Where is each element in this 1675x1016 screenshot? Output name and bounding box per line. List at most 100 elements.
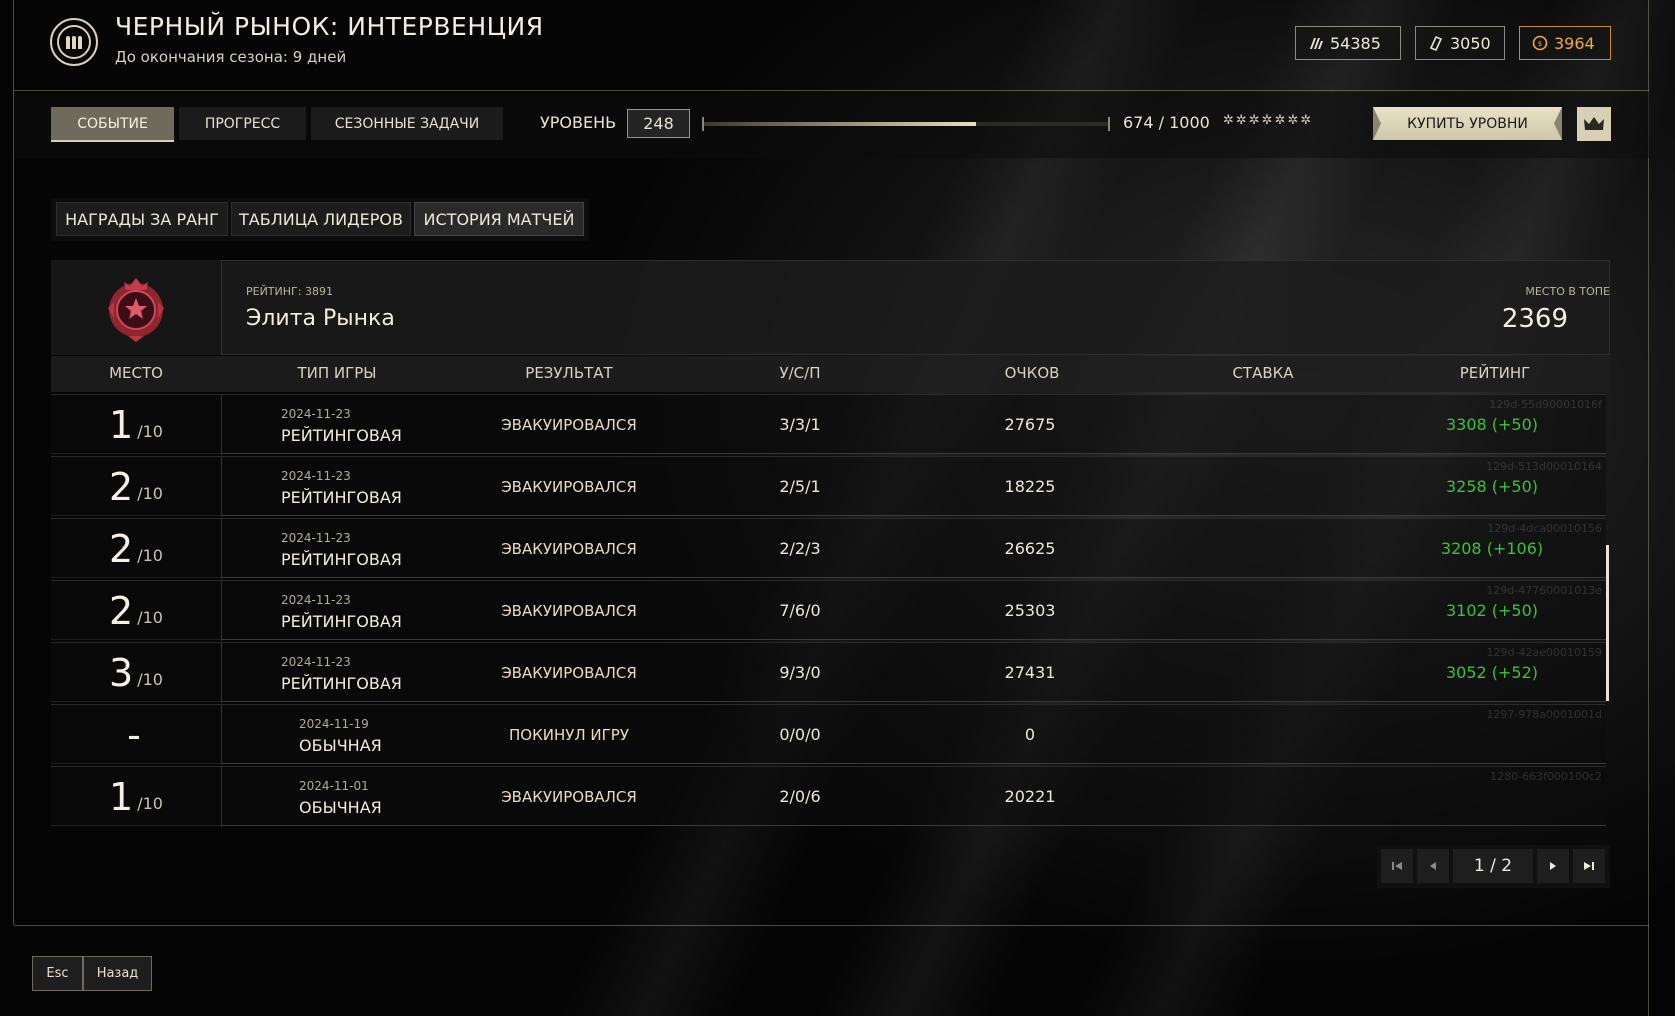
ticket-currency[interactable]: 3050 — [1415, 26, 1505, 60]
ammo-currency-icon — [1310, 38, 1323, 49]
match-date: 2024-11-23 — [281, 407, 351, 421]
frame-line-top — [14, 90, 1649, 91]
place-of: /10 — [137, 793, 163, 813]
table-row[interactable]: 2/10 2024-11-23 РЕЙТИНГОВАЯ ЭВАКУИРОВАЛСЯ 7/… — [51, 580, 1606, 641]
prev-page-button[interactable] — [1417, 849, 1449, 883]
kda-value: 3/3/1 — [779, 415, 821, 434]
place-cell: 1/10 — [51, 767, 222, 827]
place-cell: 3/10 — [51, 643, 222, 703]
score-value: 26625 — [1004, 539, 1056, 558]
score-value: 20221 — [1004, 787, 1056, 806]
crown-icon — [1584, 117, 1604, 130]
match-result: ЭВАКУИРОВАЛСЯ — [501, 540, 637, 558]
first-page-button[interactable] — [1381, 849, 1413, 883]
kda-value: 9/3/0 — [779, 663, 821, 682]
esc-key-hint[interactable]: Esc — [32, 956, 83, 991]
match-result: ЭВАКУИРОВАЛСЯ — [501, 788, 637, 806]
place-value: 1 — [109, 775, 134, 819]
rank-name: Элита Рынка — [246, 306, 395, 331]
rating-change: 3308 (+50) — [1445, 415, 1539, 434]
frame-line-bottom — [14, 925, 1649, 926]
match-date: 2024-11-23 — [281, 655, 351, 669]
game-type: РЕЙТИНГОВАЯ — [281, 488, 402, 507]
match-result: ЭВАКУИРОВАЛСЯ — [501, 602, 637, 620]
rank-emblem-icon — [108, 277, 164, 342]
col-header-bet: СТАВКА — [1232, 364, 1294, 382]
kda-value: 7/6/0 — [779, 601, 821, 620]
col-header-rating: РЕЙТИНГ — [1459, 364, 1531, 382]
kda-value: 2/2/3 — [779, 539, 821, 558]
match-id: 1297-978a0001001d — [1486, 708, 1602, 721]
back-button[interactable]: Назад — [83, 956, 152, 991]
page-indicator: 1 / 2 — [1453, 849, 1533, 883]
place-of: /10 — [137, 607, 163, 627]
subtab-match-history[interactable]: ИСТОРИЯ МАТЧЕЙ — [414, 202, 584, 236]
kda-value: 0/0/0 — [779, 725, 821, 744]
top-place-value: 2369 — [1501, 304, 1568, 334]
tab-event[interactable]: СОБЫТИЕ — [51, 107, 174, 142]
next-page-icon — [1550, 862, 1556, 870]
level-progress-bar — [704, 122, 1108, 126]
table-row[interactable]: 2/10 2024-11-23 РЕЙТИНГОВАЯ ЭВАКУИРОВАЛСЯ 2/… — [51, 518, 1606, 579]
match-date: 2024-11-01 — [299, 779, 369, 793]
score-value: 27431 — [1004, 663, 1056, 682]
col-header-result: РЕЗУЛЬТАТ — [525, 364, 613, 382]
place-of: /10 — [137, 669, 163, 689]
last-page-button[interactable] — [1573, 849, 1605, 883]
level-stars: ✲✲✲✲✲✲✲ — [1223, 113, 1314, 128]
match-id: 129d-42ae00010159 — [1486, 646, 1602, 659]
next-page-button[interactable] — [1537, 849, 1569, 883]
top-place-label: МЕСТО В ТОПЕ — [1525, 285, 1610, 298]
table-row[interactable]: 2/10 2024-11-23 РЕЙТИНГОВАЯ ЭВАКУИРОВАЛСЯ 2/… — [51, 456, 1606, 517]
match-date: 2024-11-23 — [281, 531, 351, 545]
match-result: ПОКИНУЛ ИГРУ — [509, 726, 629, 744]
game-type: РЕЙТИНГОВАЯ — [281, 674, 402, 693]
match-id: 129d-47760001013e — [1486, 584, 1602, 597]
coin-currency-icon: $ — [1532, 35, 1548, 51]
game-type: ОБЫЧНАЯ — [299, 736, 382, 755]
place-value: 2 — [109, 527, 134, 571]
col-header-game-type: ТИП ИГРЫ — [297, 364, 377, 382]
rating-change: 3208 (+106) — [1440, 539, 1544, 558]
tab-season-tasks[interactable]: СЕЗОННЫЕ ЗАДАЧИ — [311, 107, 503, 140]
table-row[interactable]: - 2024-11-19 ОБЫЧНАЯ ПОКИНУЛ ИГРУ 0/0/0 0 1297… — [51, 704, 1606, 765]
first-page-icon — [1392, 862, 1402, 870]
col-header-score: ОЧКОВ — [1004, 364, 1060, 382]
match-date: 2024-11-23 — [281, 469, 351, 483]
subtab-rank-rewards[interactable]: НАГРАДЫ ЗА РАНГ — [56, 202, 228, 236]
place-cell: - — [51, 705, 222, 765]
place-cell: 1/10 — [51, 395, 222, 455]
last-page-icon — [1584, 862, 1594, 870]
level-label: УРОВЕНЬ — [540, 113, 617, 132]
game-type: РЕЙТИНГОВАЯ — [281, 612, 402, 631]
place-cell: 2/10 — [51, 519, 222, 579]
table-scrollbar[interactable] — [1606, 545, 1609, 701]
ammo-currency[interactable]: 54385 — [1295, 26, 1401, 60]
season-countdown: До окончания сезона: 9 дней — [115, 48, 347, 66]
match-id: 1280-663f000100c2 — [1490, 770, 1602, 783]
place-value: 1 — [109, 403, 134, 447]
coin-currency[interactable]: $ 3964 — [1519, 26, 1611, 60]
rating-change: 3102 (+50) — [1445, 601, 1539, 620]
level-value: 248 — [627, 109, 690, 138]
tab-progress[interactable]: ПРОГРЕСС — [179, 107, 306, 140]
game-type: РЕЙТИНГОВАЯ — [281, 426, 402, 445]
table-row[interactable]: 3/10 2024-11-23 РЕЙТИНГОВАЯ ЭВАКУИРОВАЛСЯ 9/… — [51, 642, 1606, 703]
match-id: 129d-513d00010164 — [1486, 460, 1602, 473]
place-cell: 2/10 — [51, 457, 222, 517]
table-row[interactable]: 1/10 2024-11-01 ОБЫЧНАЯ ЭВАКУИРОВАЛСЯ 2/0/6 2… — [51, 766, 1606, 827]
table-row[interactable]: 1/10 2024-11-23 РЕЙТИНГОВАЯ ЭВАКУИРОВАЛСЯ 3/… — [51, 394, 1606, 455]
subtab-leaderboard[interactable]: ТАБЛИЦА ЛИДЕРОВ — [231, 202, 411, 236]
level-progress-fill — [704, 122, 977, 126]
score-value: 0 — [1024, 725, 1036, 744]
place-of: /10 — [137, 483, 163, 503]
level-progress-text: 674 / 1000 — [1123, 113, 1210, 132]
progress-cap-right — [1108, 117, 1110, 131]
rating-change: 3052 (+52) — [1445, 663, 1539, 682]
match-date: 2024-11-23 — [281, 593, 351, 607]
crown-button[interactable] — [1577, 107, 1611, 141]
match-id: 129d-4dca00010156 — [1487, 522, 1602, 535]
buy-levels-button[interactable]: КУПИТЬ УРОВНИ — [1373, 107, 1562, 140]
event-logo-icon — [50, 18, 98, 66]
place-value: - — [127, 713, 141, 757]
